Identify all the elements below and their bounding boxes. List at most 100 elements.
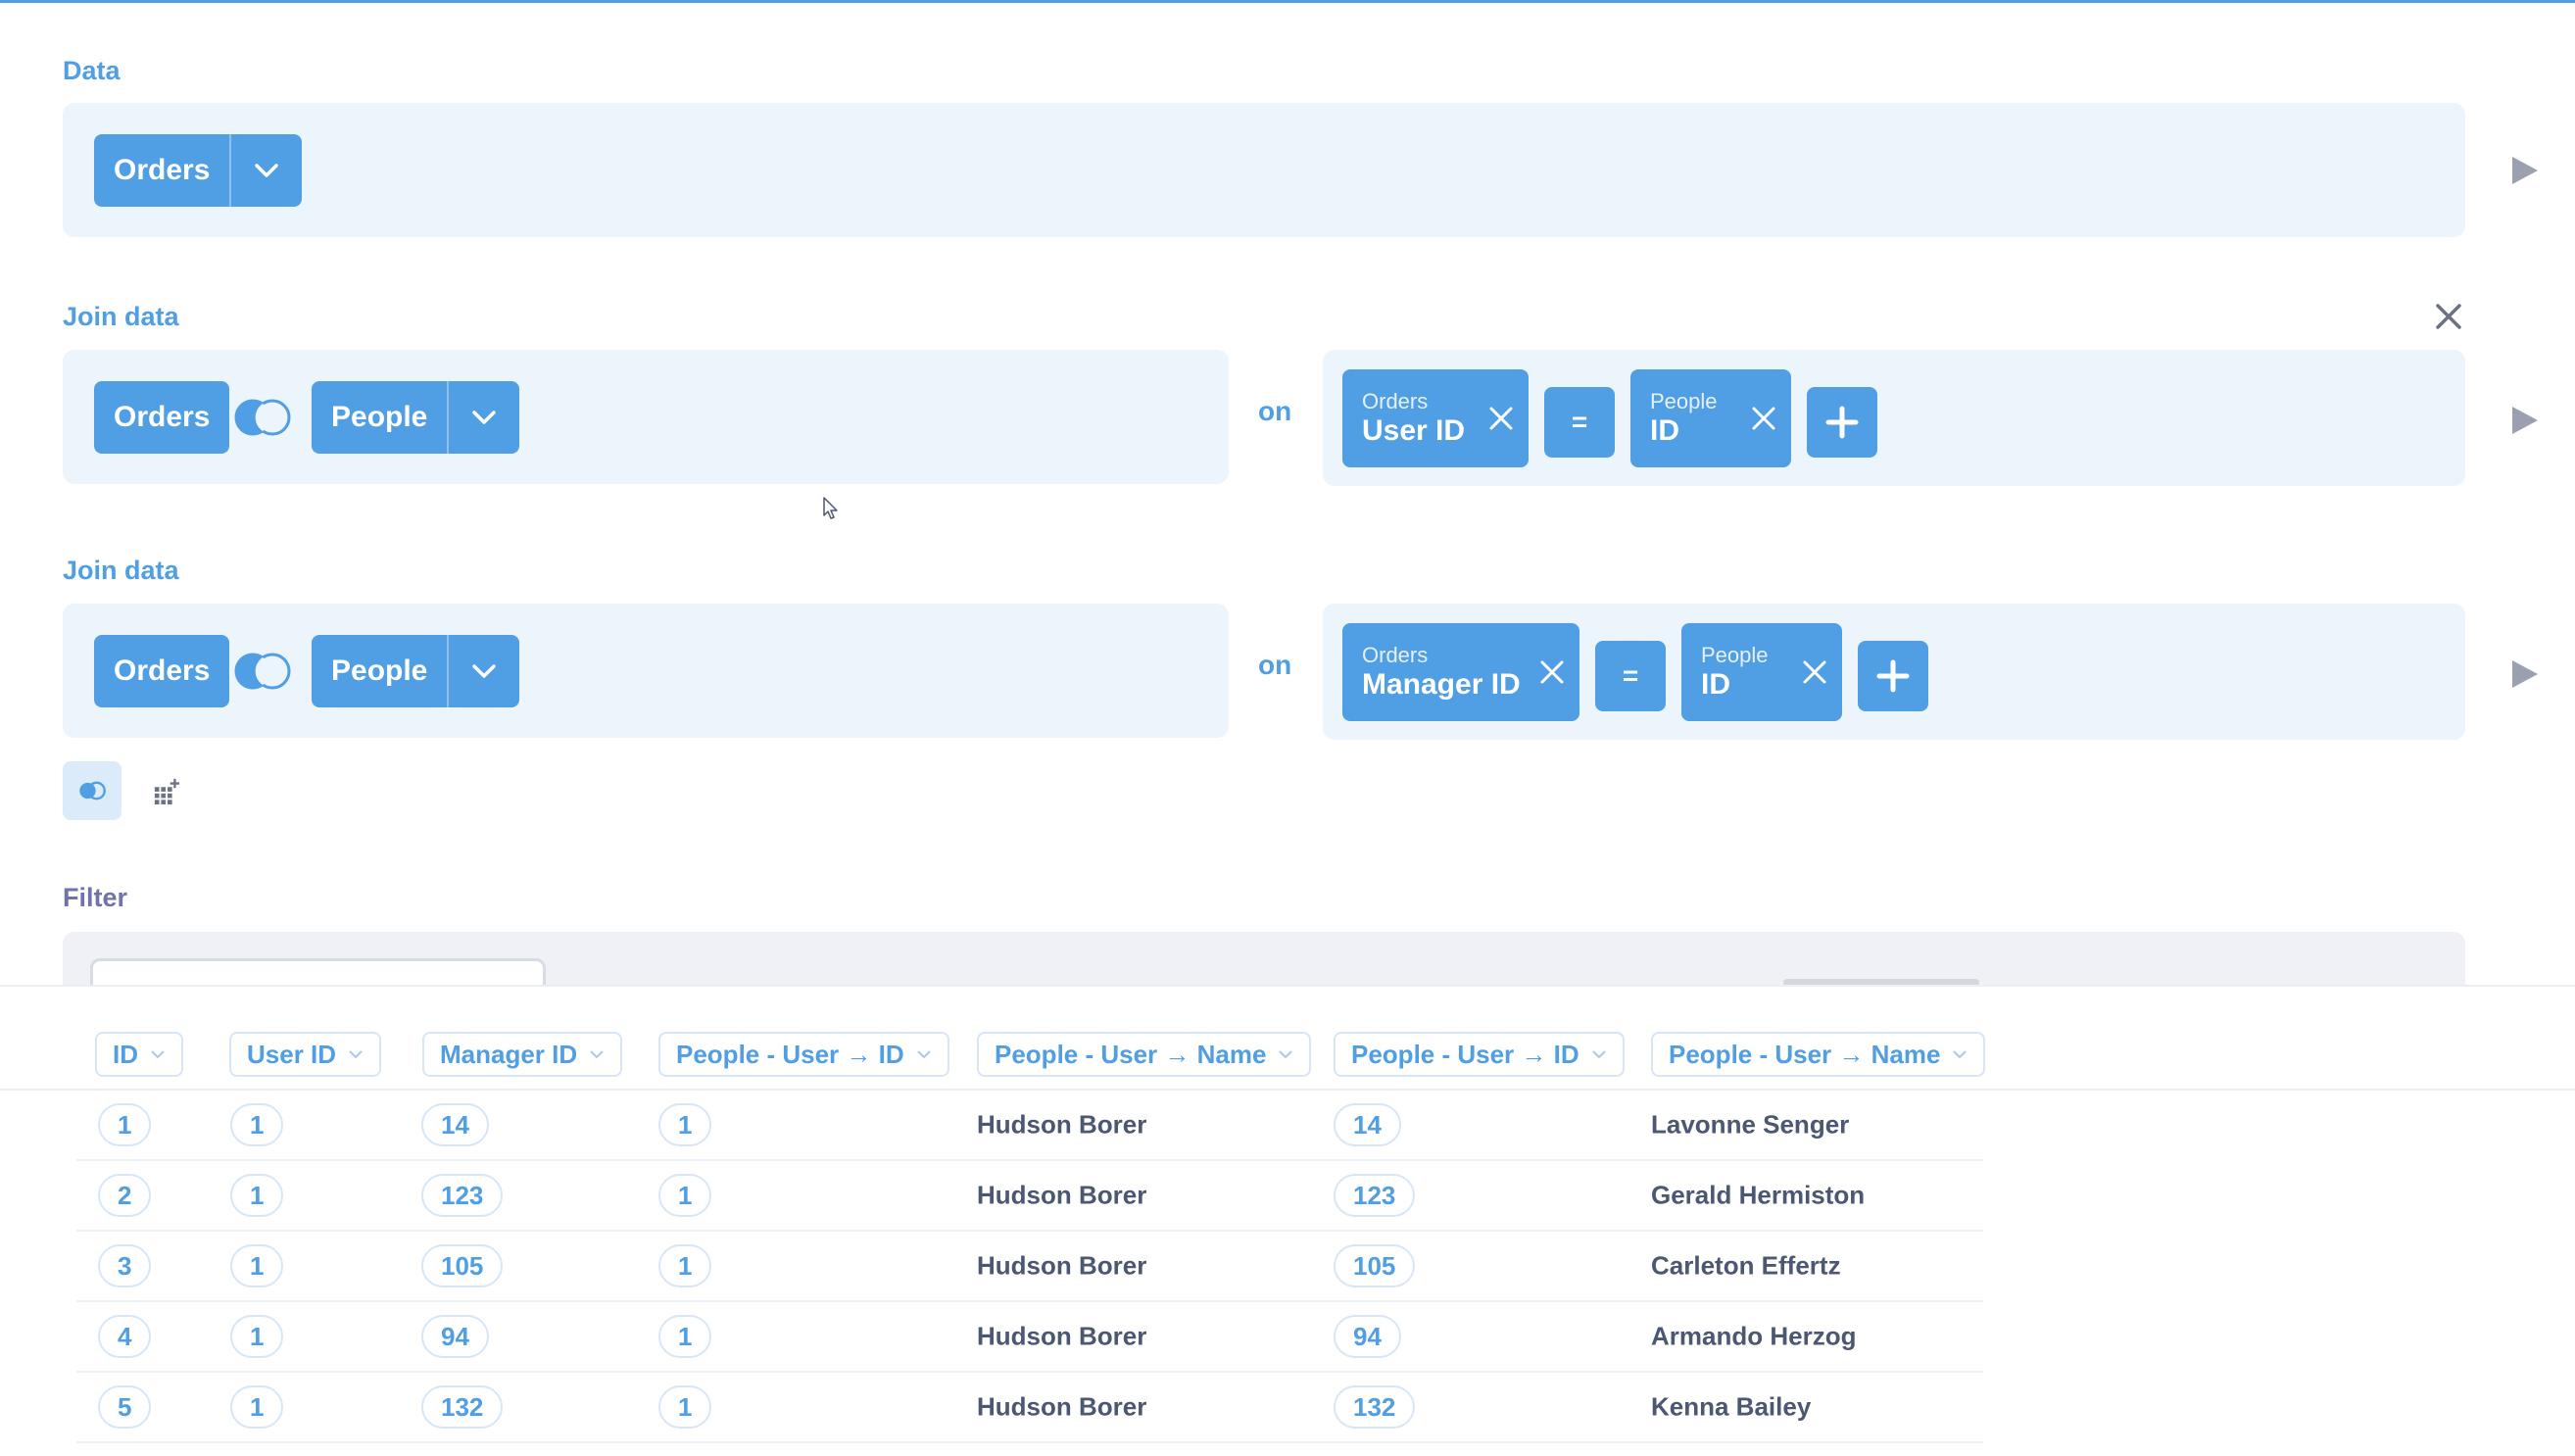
cell-manager-id[interactable]: 14 (421, 1103, 489, 1146)
chevron-down-icon (1279, 1050, 1293, 1059)
chevron-down-icon (349, 1050, 363, 1059)
add-custom-column-button[interactable] (137, 761, 196, 820)
join-venn-icon (79, 781, 106, 801)
cell-people-user-id[interactable]: 1 (658, 1174, 712, 1217)
cell-user-id[interactable]: 1 (230, 1174, 284, 1217)
cell-people-user-name-2: Carleton Effertz (1651, 1250, 1841, 1281)
chevron-down-icon (151, 1050, 165, 1059)
join-on-label: on (1258, 650, 1292, 680)
x-icon[interactable] (1801, 658, 1828, 686)
table-row: 1 1 14 1 Hudson Borer 14 Lavonne Senger (76, 1091, 1983, 1161)
cell-people-user-id[interactable]: 1 (658, 1385, 712, 1429)
join-section-label: Join data (63, 302, 179, 331)
join-left-panel: Orders People (63, 350, 1229, 484)
column-header-people-user-id[interactable]: People - User → ID (658, 1032, 949, 1077)
cell-people-user-id-2[interactable]: 132 (1334, 1385, 1416, 1429)
join-right-table-label: People (331, 655, 428, 687)
chevron-down-icon (1591, 1050, 1606, 1059)
field-column-label: ID (1650, 414, 1679, 447)
close-icon[interactable] (2434, 302, 2463, 331)
join-venn-icon[interactable] (229, 397, 296, 438)
plus-icon (1876, 659, 1910, 693)
chevron-down-icon[interactable] (449, 635, 519, 707)
cell-id[interactable]: 2 (98, 1174, 152, 1217)
field-column-label: User ID (1362, 414, 1466, 447)
add-condition-button[interactable] (1858, 641, 1928, 711)
cell-id[interactable]: 1 (98, 1103, 152, 1146)
play-icon[interactable] (2510, 155, 2540, 186)
join-left-field[interactable]: Orders Manager ID (1342, 623, 1579, 721)
chevron-down-icon[interactable] (449, 381, 519, 454)
field-table-label: Orders (1362, 389, 1429, 413)
notebook-editor: Data Orders Join data Orders People on O… (0, 0, 2575, 1456)
field-column-label: ID (1701, 668, 1730, 701)
add-condition-button[interactable] (1807, 387, 1877, 458)
cell-people-user-id-2[interactable]: 94 (1334, 1315, 1401, 1358)
grid-plus-icon (154, 778, 180, 804)
join-condition-panel: Orders Manager ID = People ID (1323, 604, 2465, 740)
data-section-label: Data (63, 56, 121, 85)
join-right-table-picker[interactable]: People (312, 635, 520, 707)
play-icon[interactable] (2510, 405, 2540, 436)
source-table-picker[interactable]: Orders (94, 134, 303, 207)
x-icon[interactable] (1538, 658, 1566, 686)
cell-user-id[interactable]: 1 (230, 1103, 284, 1146)
cell-user-id[interactable]: 1 (230, 1244, 284, 1287)
join-right-field[interactable]: People ID (1681, 623, 1842, 721)
join-operator-button[interactable]: = (1595, 641, 1666, 711)
cell-manager-id[interactable]: 105 (421, 1244, 504, 1287)
cell-people-user-name-2: Gerald Hermiston (1651, 1180, 1866, 1210)
cell-id[interactable]: 5 (98, 1385, 152, 1429)
cell-people-user-name: Hudson Borer (977, 1250, 1147, 1281)
field-column-label: Manager ID (1362, 668, 1521, 701)
column-header-user-id[interactable]: User ID (229, 1032, 382, 1077)
column-header-people-user-id-2[interactable]: People - User → ID (1334, 1032, 1625, 1077)
join-condition-panel: Orders User ID = People ID (1323, 350, 2465, 486)
chevron-down-icon (590, 1050, 604, 1059)
join-left-table[interactable]: Orders (94, 635, 230, 707)
join-right-table-picker[interactable]: People (312, 381, 520, 454)
table-row: 3 1 105 1 Hudson Borer 105 Carleton Effe… (76, 1232, 1983, 1302)
cell-people-user-id-2[interactable]: 14 (1334, 1103, 1401, 1146)
join-operator-button[interactable]: = (1544, 387, 1615, 458)
cell-id[interactable]: 4 (98, 1315, 152, 1358)
join-left-field[interactable]: Orders User ID (1342, 369, 1529, 467)
table-row: 5 1 132 1 Hudson Borer 132 Kenna Bailey (76, 1373, 1983, 1443)
cell-people-user-name: Hudson Borer (977, 1180, 1147, 1210)
column-header-people-user-name-2[interactable]: People - User → Name (1651, 1032, 1986, 1077)
filter-section-label: Filter (63, 883, 128, 912)
join-venn-icon[interactable] (229, 651, 296, 692)
table-header-row: ID User ID Manager ID People - User → ID… (0, 987, 2575, 1091)
cell-people-user-id-2[interactable]: 105 (1334, 1244, 1416, 1287)
column-header-people-user-name[interactable]: People - User → Name (977, 1032, 1312, 1077)
field-table-label: People (1650, 389, 1718, 413)
play-icon[interactable] (2510, 658, 2540, 690)
cell-id[interactable]: 3 (98, 1244, 152, 1287)
x-icon[interactable] (1750, 405, 1777, 432)
column-header-id[interactable]: ID (95, 1032, 183, 1077)
table-row: 2 1 123 1 Hudson Borer 123 Gerald Hermis… (76, 1161, 1983, 1232)
column-header-manager-id[interactable]: Manager ID (422, 1032, 623, 1077)
cell-manager-id[interactable]: 94 (421, 1315, 489, 1358)
cell-people-user-id-2[interactable]: 123 (1334, 1174, 1416, 1217)
cell-people-user-name: Hudson Borer (977, 1321, 1147, 1351)
cell-people-user-id[interactable]: 1 (658, 1103, 712, 1146)
cell-people-user-id[interactable]: 1 (658, 1244, 712, 1287)
cell-manager-id[interactable]: 132 (421, 1385, 504, 1429)
join-left-table-label: Orders (114, 401, 211, 433)
field-table-label: Orders (1362, 643, 1429, 667)
chevron-down-icon[interactable] (231, 134, 302, 207)
x-icon[interactable] (1487, 405, 1515, 432)
cell-people-user-name-2: Lavonne Senger (1651, 1109, 1850, 1140)
add-join-step-button[interactable] (63, 761, 121, 820)
cell-user-id[interactable]: 1 (230, 1385, 284, 1429)
cell-people-user-name: Hudson Borer (977, 1391, 1147, 1422)
join-on-label: on (1258, 396, 1292, 426)
join-right-field[interactable]: People ID (1630, 369, 1791, 467)
join-left-table-label: Orders (114, 655, 211, 687)
join-left-table[interactable]: Orders (94, 381, 230, 454)
cell-manager-id[interactable]: 123 (421, 1174, 504, 1217)
join-right-table-label: People (331, 401, 428, 433)
cell-user-id[interactable]: 1 (230, 1315, 284, 1358)
cell-people-user-id[interactable]: 1 (658, 1315, 712, 1358)
